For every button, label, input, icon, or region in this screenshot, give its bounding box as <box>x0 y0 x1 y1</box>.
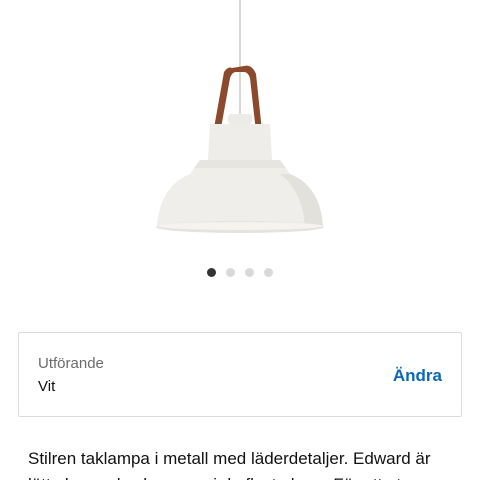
image-carousel-dots <box>0 266 480 278</box>
description-line-2: lätt placerad och passar i de flesta hem… <box>28 472 458 480</box>
carousel-dot-4[interactable] <box>264 267 273 277</box>
description-line-1: Stilren taklampa i metall med läderdetal… <box>28 449 431 468</box>
lamp-cap <box>228 114 252 124</box>
variant-label: Utförande <box>38 355 104 372</box>
carousel-dot-1[interactable] <box>207 267 216 277</box>
carousel-dot-3[interactable] <box>245 267 254 277</box>
product-image[interactable] <box>0 0 480 255</box>
variant-value: Vit <box>38 378 56 395</box>
carousel-dot-2[interactable] <box>226 267 235 277</box>
lamp-neck <box>208 124 272 160</box>
change-variant-link[interactable]: Ändra <box>393 366 442 386</box>
lamp-illustration <box>156 0 324 233</box>
variant-selector-card[interactable]: Utförande Vit Ändra <box>18 332 462 417</box>
product-description: Stilren taklampa i metall med läderdetal… <box>28 446 458 480</box>
